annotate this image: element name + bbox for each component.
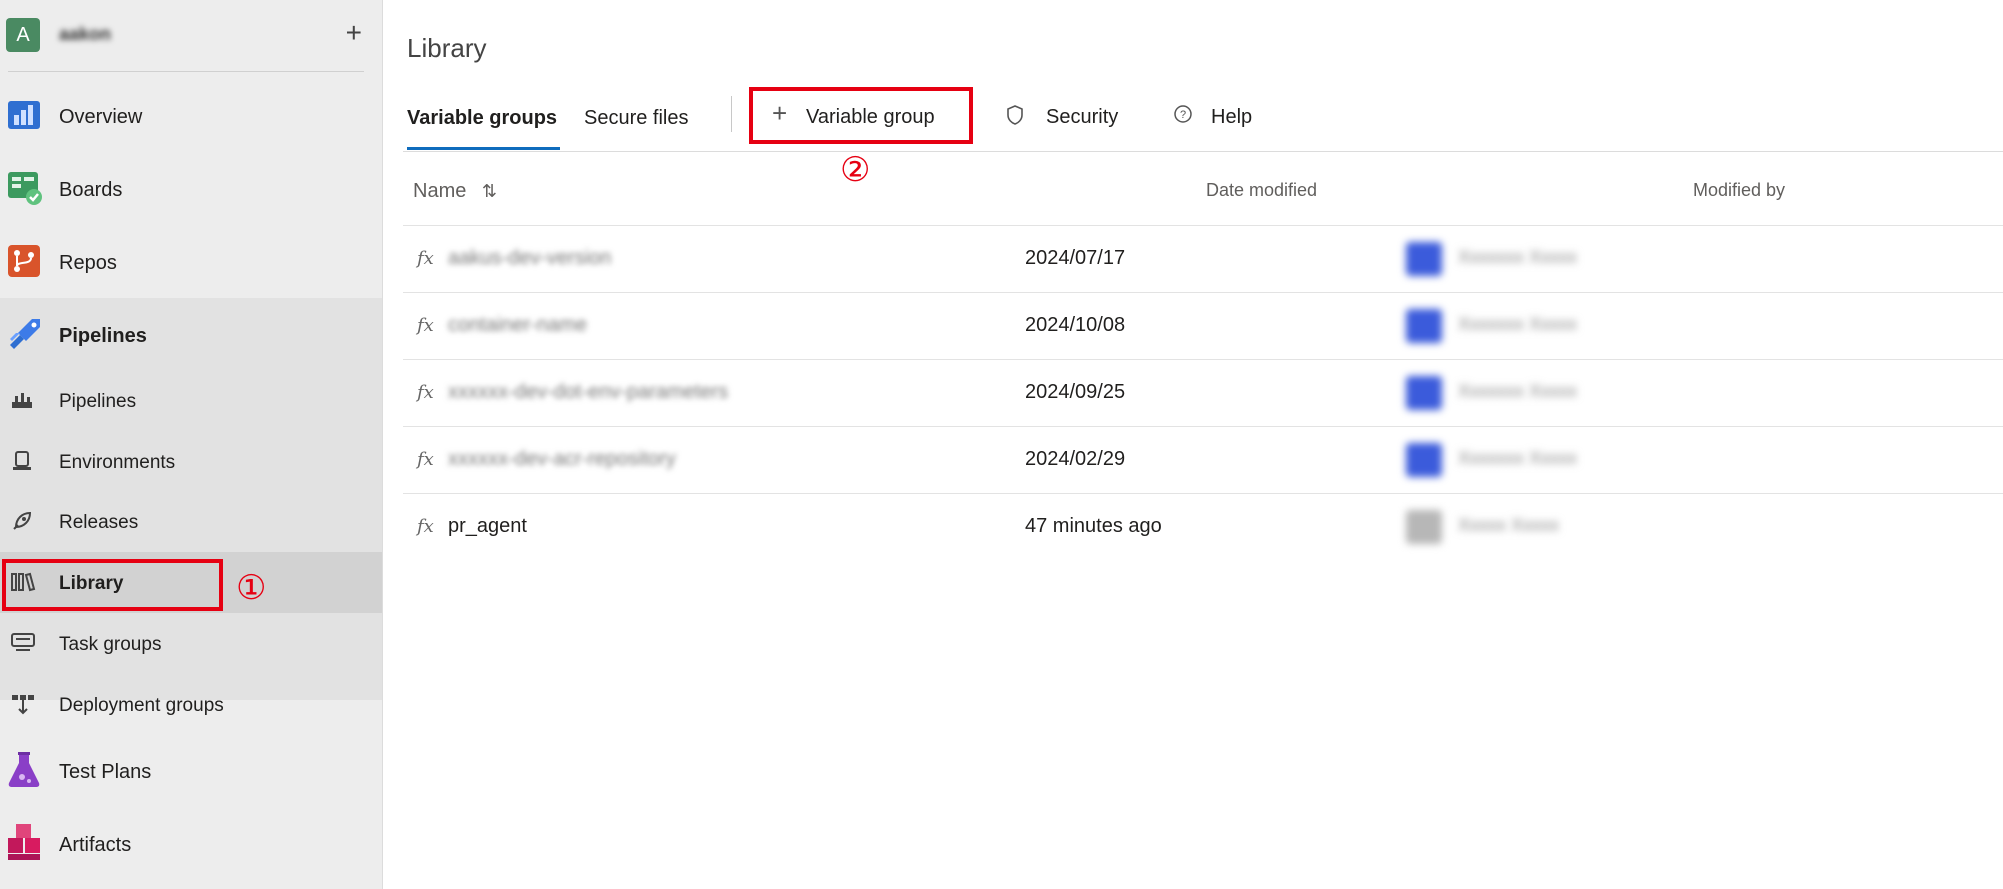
variable-group-name[interactable]: container-name [448,314,587,337]
svg-text:?: ? [1180,109,1186,121]
variable-group-name[interactable]: pr_agent [448,515,527,538]
sidebar-item-label: Environments [59,452,176,473]
sidebar-item-repos[interactable]: Repos [0,242,382,284]
sidebar: A aakon + Overview Boards Repos Pipeline… [0,0,383,889]
sidebar-item-test-plans[interactable]: Test Plans [0,751,382,793]
divider [8,71,364,72]
date-modified: 47 minutes ago [1025,515,1162,537]
annotation-box-variable-group [749,87,973,144]
variable-group-icon: fx [417,516,434,537]
sidebar-item-label: Pipelines [59,391,137,412]
sidebar-item-label: Test Plans [59,760,152,783]
variable-group-name[interactable]: xxxxxx-dev-dot-env-parameters [448,381,728,404]
table-row[interactable]: fx pr_agent 47 minutes ago Xxxxx Xxxxx [403,493,2003,560]
security-button[interactable]: Security [1006,96,1126,136]
user-avatar [1406,309,1442,343]
help-icon: ? [1173,104,1193,130]
date-modified: 2024/07/17 [1025,247,1126,269]
sidebar-item-task-groups[interactable]: Task groups [0,626,382,664]
user-avatar [1406,443,1442,477]
sidebar-item-label: Repos [59,251,117,274]
sidebar-item-environments[interactable]: Environments [0,444,382,482]
sidebar-item-artifacts[interactable]: Artifacts [0,823,382,867]
sidebar-item-label: Boards [59,178,123,201]
help-button[interactable]: ? Help [1173,96,1263,136]
artifacts-icon [6,823,42,867]
modified-by-user: Xxxxxxx Xxxxx [1458,381,1578,401]
modified-by-user: Xxxxxxx Xxxxx [1458,247,1578,267]
shield-icon [1006,104,1024,132]
sidebar-item-deployment-groups[interactable]: Deployment groups [0,687,382,725]
project-avatar[interactable]: A [6,18,40,52]
table-row[interactable]: fx xxxxxx-dev-dot-env-parameters 2024/09… [403,359,2003,426]
annotation-marker-1: ① [236,568,267,608]
tab-secure-files[interactable]: Secure files [584,107,689,130]
variable-group-icon: fx [417,315,434,336]
sidebar-item-overview[interactable]: Overview [0,96,382,138]
column-header-name-label: Name [413,180,467,202]
user-avatar [1406,376,1442,410]
project-header: A aakon + [6,14,368,58]
variable-group-icon: fx [417,382,434,403]
sort-icon[interactable]: ⇅ [482,181,497,201]
environments-icon [10,449,34,478]
add-project-button[interactable]: + [346,18,362,48]
sidebar-item-label: Releases [59,512,139,533]
modified-by-user: Xxxxxxx Xxxxx [1458,314,1578,334]
active-tab-indicator [407,147,560,150]
annotation-box-library [2,559,223,611]
sidebar-item-pipelines[interactable]: Pipelines [0,383,382,421]
table-row[interactable]: fx aakus-dev-version 2024/07/17 Xxxxxxx … [403,225,2003,292]
security-label: Security [1046,106,1119,128]
pipelines-icon [6,315,44,358]
sidebar-item-label: Overview [59,105,143,128]
variable-group-icon: fx [417,248,434,269]
sidebar-item-label: Task groups [59,634,162,655]
page-title: Library [407,33,487,63]
sidebar-item-label: Deployment groups [59,695,224,716]
repos-icon [6,243,42,284]
pipeline-icon [10,388,34,417]
column-header-date-modified[interactable]: Date modified [1206,180,1317,201]
boards-icon [6,169,44,212]
table-row[interactable]: fx xxxxxx-dev-acr-repository 2024/02/29 … [403,426,2003,493]
sidebar-item-pipelines-section[interactable]: Pipelines [0,315,382,357]
column-header-name[interactable]: Name ⇅ [413,180,497,203]
date-modified: 2024/10/08 [1025,314,1126,336]
project-name[interactable]: aakon [59,24,125,44]
table-top-border [403,151,2003,152]
test-plans-icon [6,751,42,794]
main-content: Library Variable groups Secure files + V… [383,0,2003,889]
sidebar-item-label: Pipelines [59,324,147,347]
column-header-modified-by[interactable]: Modified by [1693,180,1785,201]
releases-icon [10,509,34,538]
task-groups-icon [10,631,36,660]
sidebar-item-label: Artifacts [59,833,132,856]
variable-group-name[interactable]: xxxxxx-dev-acr-repository [448,448,676,471]
date-modified: 2024/02/29 [1025,448,1126,470]
modified-by-user: Xxxxxxx Xxxxx [1458,448,1578,468]
sidebar-item-releases[interactable]: Releases [0,504,382,542]
toolbar-divider [731,96,732,132]
tab-variable-groups[interactable]: Variable groups [407,107,557,130]
deployment-groups-icon [10,692,36,721]
overview-icon [6,97,42,138]
variable-group-icon: fx [417,449,434,470]
help-label: Help [1211,106,1253,128]
variable-group-name[interactable]: aakus-dev-version [448,247,611,270]
sidebar-item-boards[interactable]: Boards [0,169,382,211]
user-avatar [1406,510,1442,544]
date-modified: 2024/09/25 [1025,381,1126,403]
annotation-marker-2: ② [840,150,871,190]
table-row[interactable]: fx container-name 2024/10/08 Xxxxxxx Xxx… [403,292,2003,359]
modified-by-user: Xxxxx Xxxxx [1458,515,1560,535]
user-avatar [1406,242,1442,276]
